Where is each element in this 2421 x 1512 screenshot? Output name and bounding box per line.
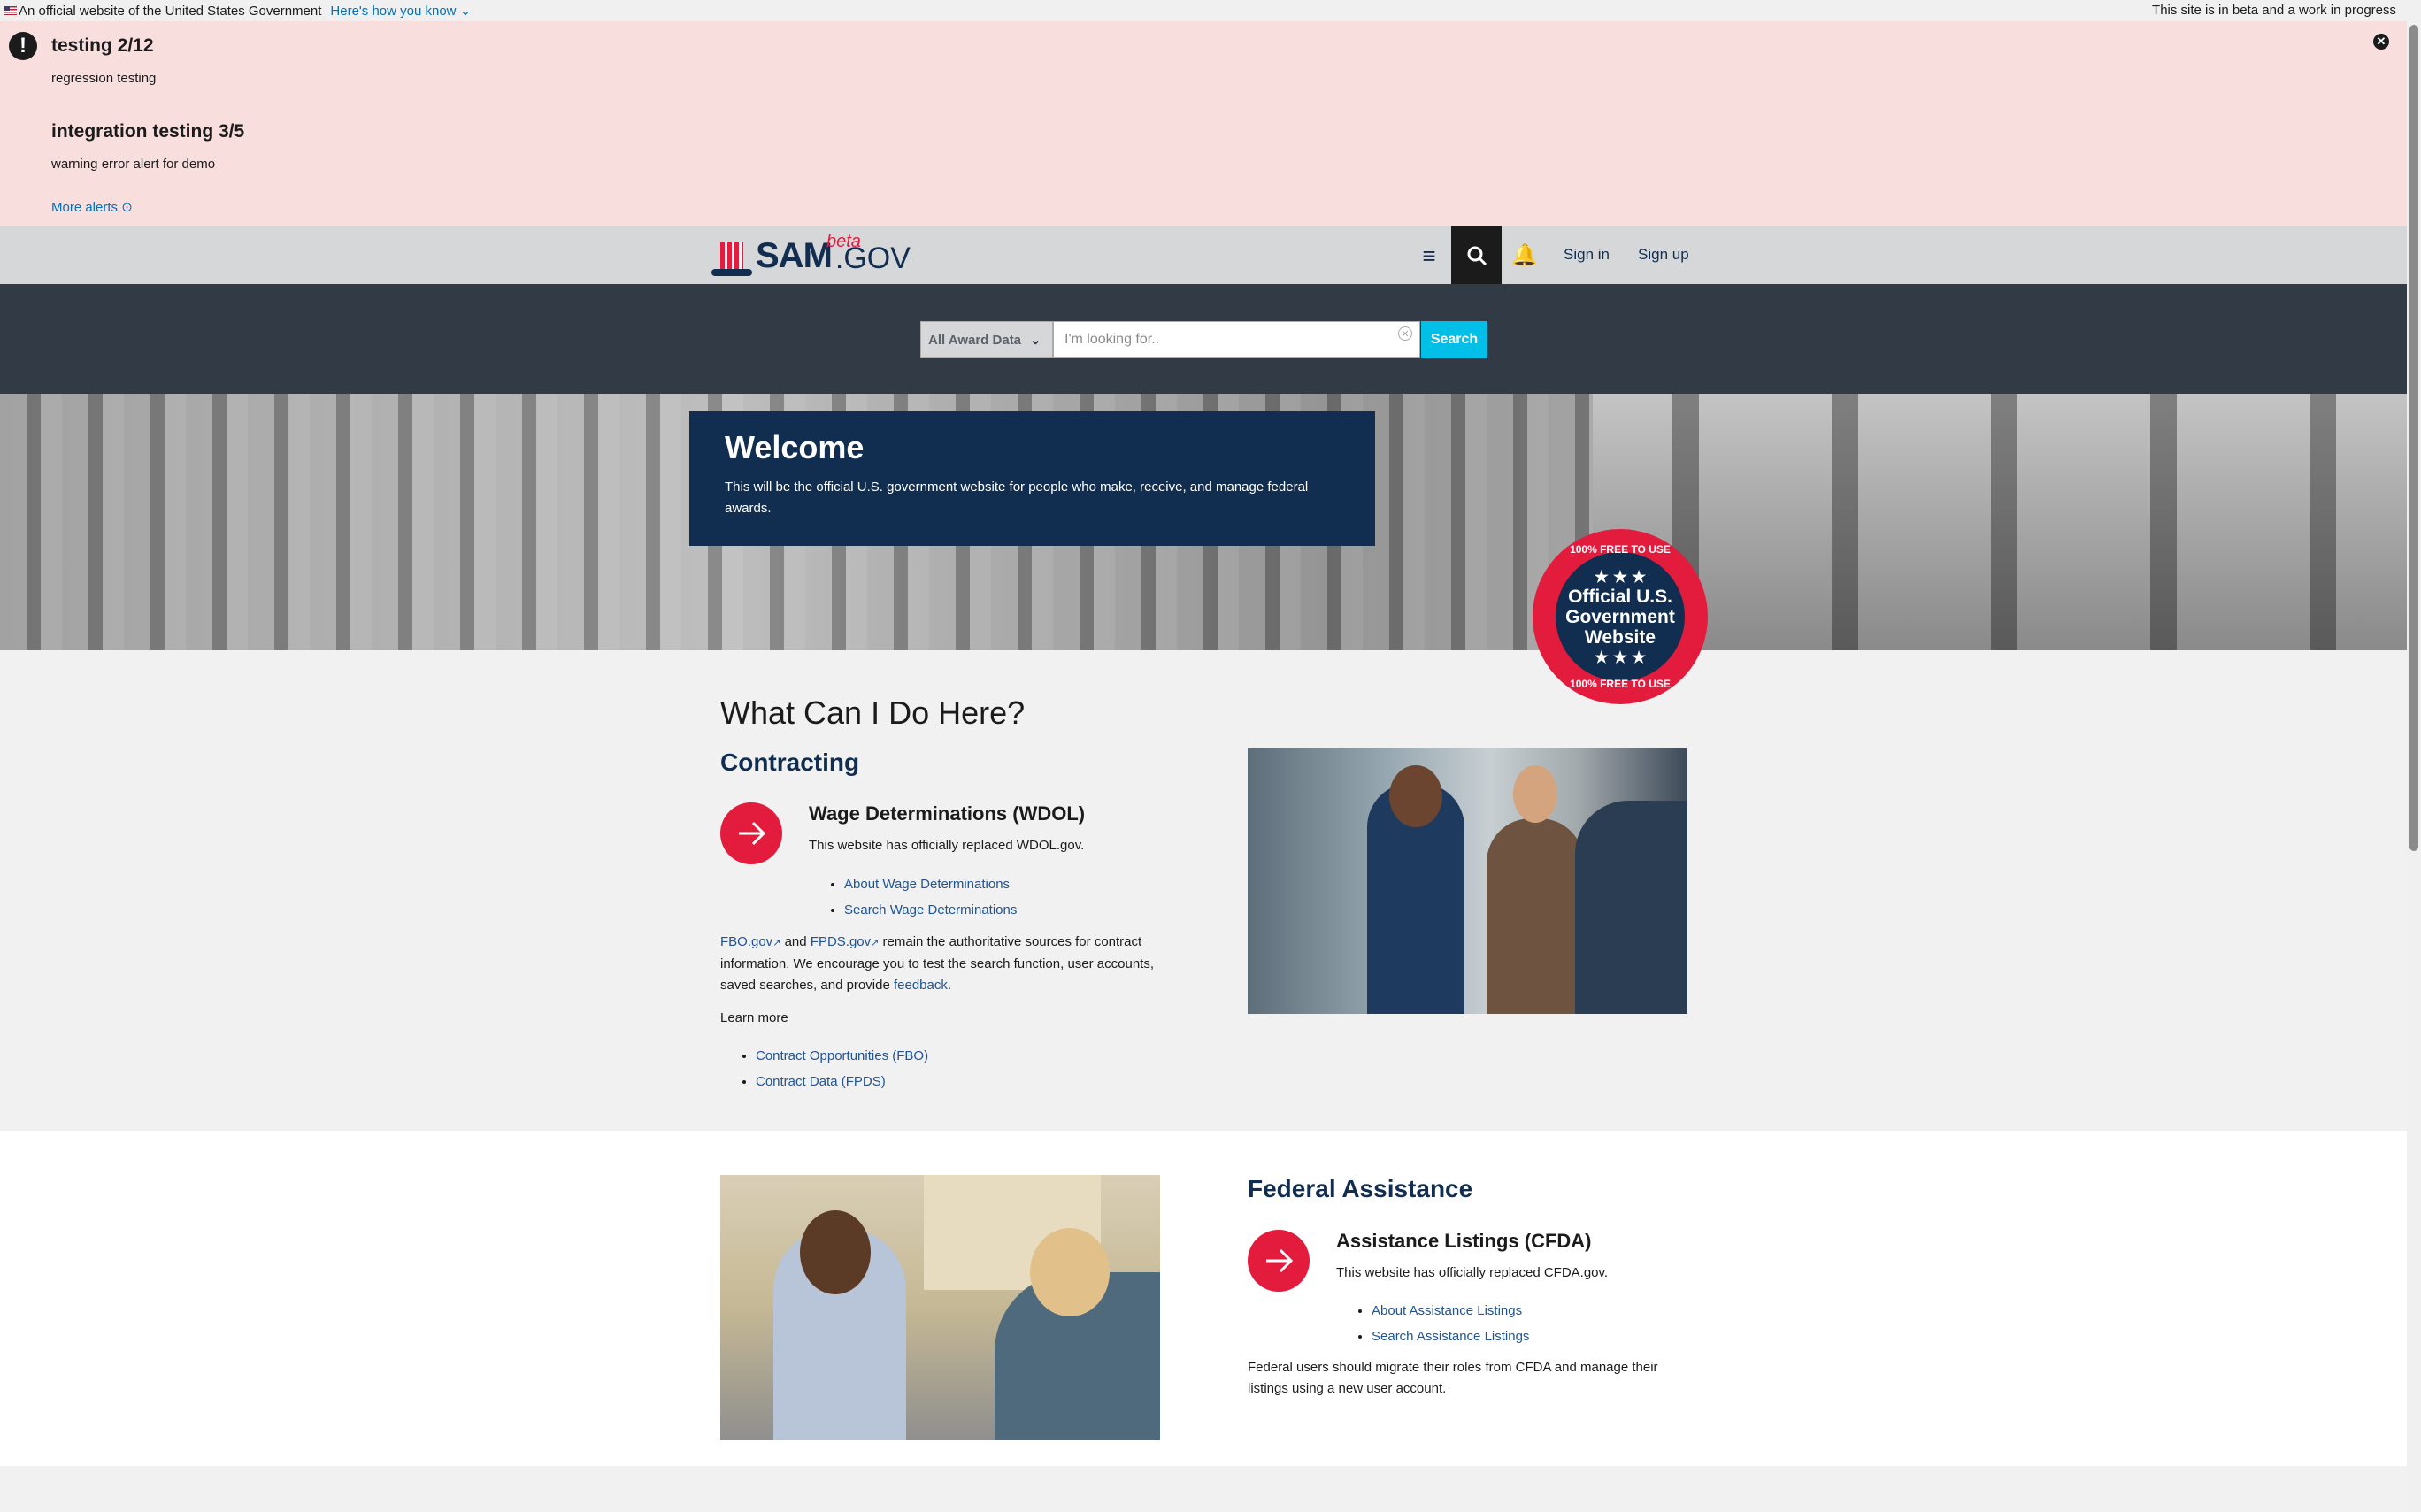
alert-title: integration testing 3/5	[51, 121, 245, 142]
list-item: Contract Data (FPDS)	[756, 1069, 928, 1094]
wdol-links: About Wage Determinations Search Wage De…	[844, 871, 1017, 923]
fbo-paragraph: FBO.gov↗ and FPDS.gov↗ remain the author…	[720, 934, 1154, 993]
list-item: Search Wage Determinations	[844, 897, 1017, 923]
seal-bottom-text: 100% FREE TO USE	[1570, 678, 1671, 690]
federal-assistance-heading: Federal Assistance	[1248, 1175, 1473, 1202]
close-alerts-icon[interactable]: ✕	[2373, 34, 2389, 50]
welcome-body: This will be the official U.S. governmen…	[725, 480, 1309, 516]
learn-more-label: Learn more	[720, 1010, 788, 1025]
external-link-icon: ↗	[871, 938, 880, 948]
official-site-text: An official website of the United States…	[19, 3, 322, 19]
list-item: About Wage Determinations	[844, 871, 1017, 897]
contracting-section: What Can I Do Here? Contracting Wage Det…	[0, 650, 2407, 1131]
cfda-links: About Assistance Listings Search Assista…	[1372, 1298, 1529, 1349]
domain-select[interactable]: All Award Data ⌄	[920, 321, 1053, 358]
search-icon	[1467, 246, 1487, 265]
signup-link[interactable]: Sign up	[1638, 246, 1689, 264]
logo-sam-text: SAM	[756, 236, 833, 275]
official-government-seal: 100% FREE TO USE ★ ★ ★ Official U.S. Gov…	[1533, 529, 1708, 704]
more-alerts-link[interactable]: More alerts ⊙	[51, 199, 133, 215]
chevron-down-icon: ⌄	[456, 4, 472, 19]
chevron-circle-down-icon: ⊙	[121, 200, 133, 215]
uncle-sam-hat-icon	[711, 239, 752, 276]
alert-exclamation-icon: !	[9, 32, 37, 60]
feedback-link[interactable]: feedback	[894, 978, 948, 993]
wdol-body: This website has officially replaced WDO…	[809, 838, 1085, 853]
federal-assistance-section: Federal Assistance Assistance Listings (…	[0, 1131, 2407, 1466]
contract-data-link[interactable]: Contract Data (FPDS)	[756, 1074, 886, 1089]
sam-logo[interactable]: SAM .GOV beta	[711, 232, 911, 276]
hero-banner: Welcome This will be the official U.S. g…	[0, 394, 2407, 650]
classroom-photo	[720, 1175, 1160, 1440]
list-item: Search Assistance Listings	[1372, 1324, 1529, 1349]
how-you-know-link[interactable]: Here's how you know ⌄	[330, 3, 471, 19]
us-flag-icon	[4, 6, 17, 15]
welcome-title: Welcome	[725, 429, 865, 465]
menu-icon[interactable]: ≡	[1415, 244, 1443, 267]
cfda-body: This website has officially replaced CFD…	[1336, 1265, 1609, 1280]
cfda-title: Assistance Listings (CFDA)	[1336, 1230, 1592, 1252]
business-handshake-photo	[1248, 748, 1687, 1014]
alert-title: testing 2/12	[51, 35, 154, 56]
stars-icon: ★ ★ ★	[1594, 648, 1647, 666]
fpds-link[interactable]: FPDS.gov↗	[811, 934, 880, 949]
logo-beta-text: beta	[826, 232, 861, 251]
arrow-right-icon[interactable]	[1248, 1230, 1310, 1292]
what-can-i-do-heading: What Can I Do Here?	[720, 695, 1026, 731]
seal-main-text: Official U.S. Government Website	[1565, 586, 1675, 648]
domain-select-value: All Award Data	[928, 332, 1022, 348]
header-search-button[interactable]	[1451, 226, 1502, 284]
gov-banner: An official website of the United States…	[0, 0, 2407, 21]
seal-top-text: 100% FREE TO USE	[1570, 543, 1671, 556]
hero-background-image	[1593, 394, 2407, 650]
alert-item: testing 2/12 regression testing	[51, 35, 156, 86]
about-wage-determinations-link[interactable]: About Wage Determinations	[844, 877, 1010, 892]
search-wage-determinations-link[interactable]: Search Wage Determinations	[844, 902, 1017, 917]
contract-opportunities-link[interactable]: Contract Opportunities (FBO)	[756, 1048, 928, 1063]
chevron-down-icon: ⌄	[1030, 333, 1041, 348]
welcome-card: Welcome This will be the official U.S. g…	[689, 411, 1375, 546]
list-item: Contract Opportunities (FBO)	[756, 1043, 928, 1069]
stars-icon: ★ ★ ★	[1594, 567, 1647, 586]
arrow-right-icon[interactable]	[720, 802, 782, 864]
notification-bell-icon[interactable]: 🔔	[1511, 242, 1538, 269]
beta-note: This site is in beta and a work in progr…	[2152, 3, 2396, 18]
search-assistance-listings-link[interactable]: Search Assistance Listings	[1372, 1329, 1529, 1344]
fbo-link[interactable]: FBO.gov↗	[720, 934, 780, 949]
contracting-heading: Contracting	[720, 748, 860, 776]
search-band: All Award Data ⌄ ✕ Search	[0, 284, 2407, 394]
alert-item: integration testing 3/5 warning error al…	[51, 121, 244, 172]
about-assistance-listings-link[interactable]: About Assistance Listings	[1372, 1303, 1522, 1318]
list-item: About Assistance Listings	[1372, 1298, 1529, 1324]
clear-search-icon[interactable]: ✕	[1398, 326, 1412, 341]
signin-link[interactable]: Sign in	[1564, 246, 1610, 264]
site-header: SAM .GOV beta ≡ 🔔 Sign in Sign up	[0, 226, 2407, 284]
footer-band	[0, 1466, 2407, 1512]
external-link-icon: ↗	[772, 938, 781, 948]
learn-more-links: Contract Opportunities (FBO) Contract Da…	[756, 1043, 928, 1094]
alert-body: warning error alert for demo	[51, 157, 216, 172]
alert-body: regression testing	[51, 71, 157, 86]
alerts-panel: ! ✕ testing 2/12 regression testing inte…	[0, 21, 2407, 226]
search-submit-button[interactable]: Search	[1421, 321, 1487, 358]
scrollbar-thumb[interactable]	[2409, 25, 2418, 851]
wdol-title: Wage Determinations (WDOL)	[809, 802, 1086, 825]
migrate-roles-text: Federal users should migrate their roles…	[1248, 1360, 1658, 1396]
search-input[interactable]	[1053, 321, 1420, 358]
